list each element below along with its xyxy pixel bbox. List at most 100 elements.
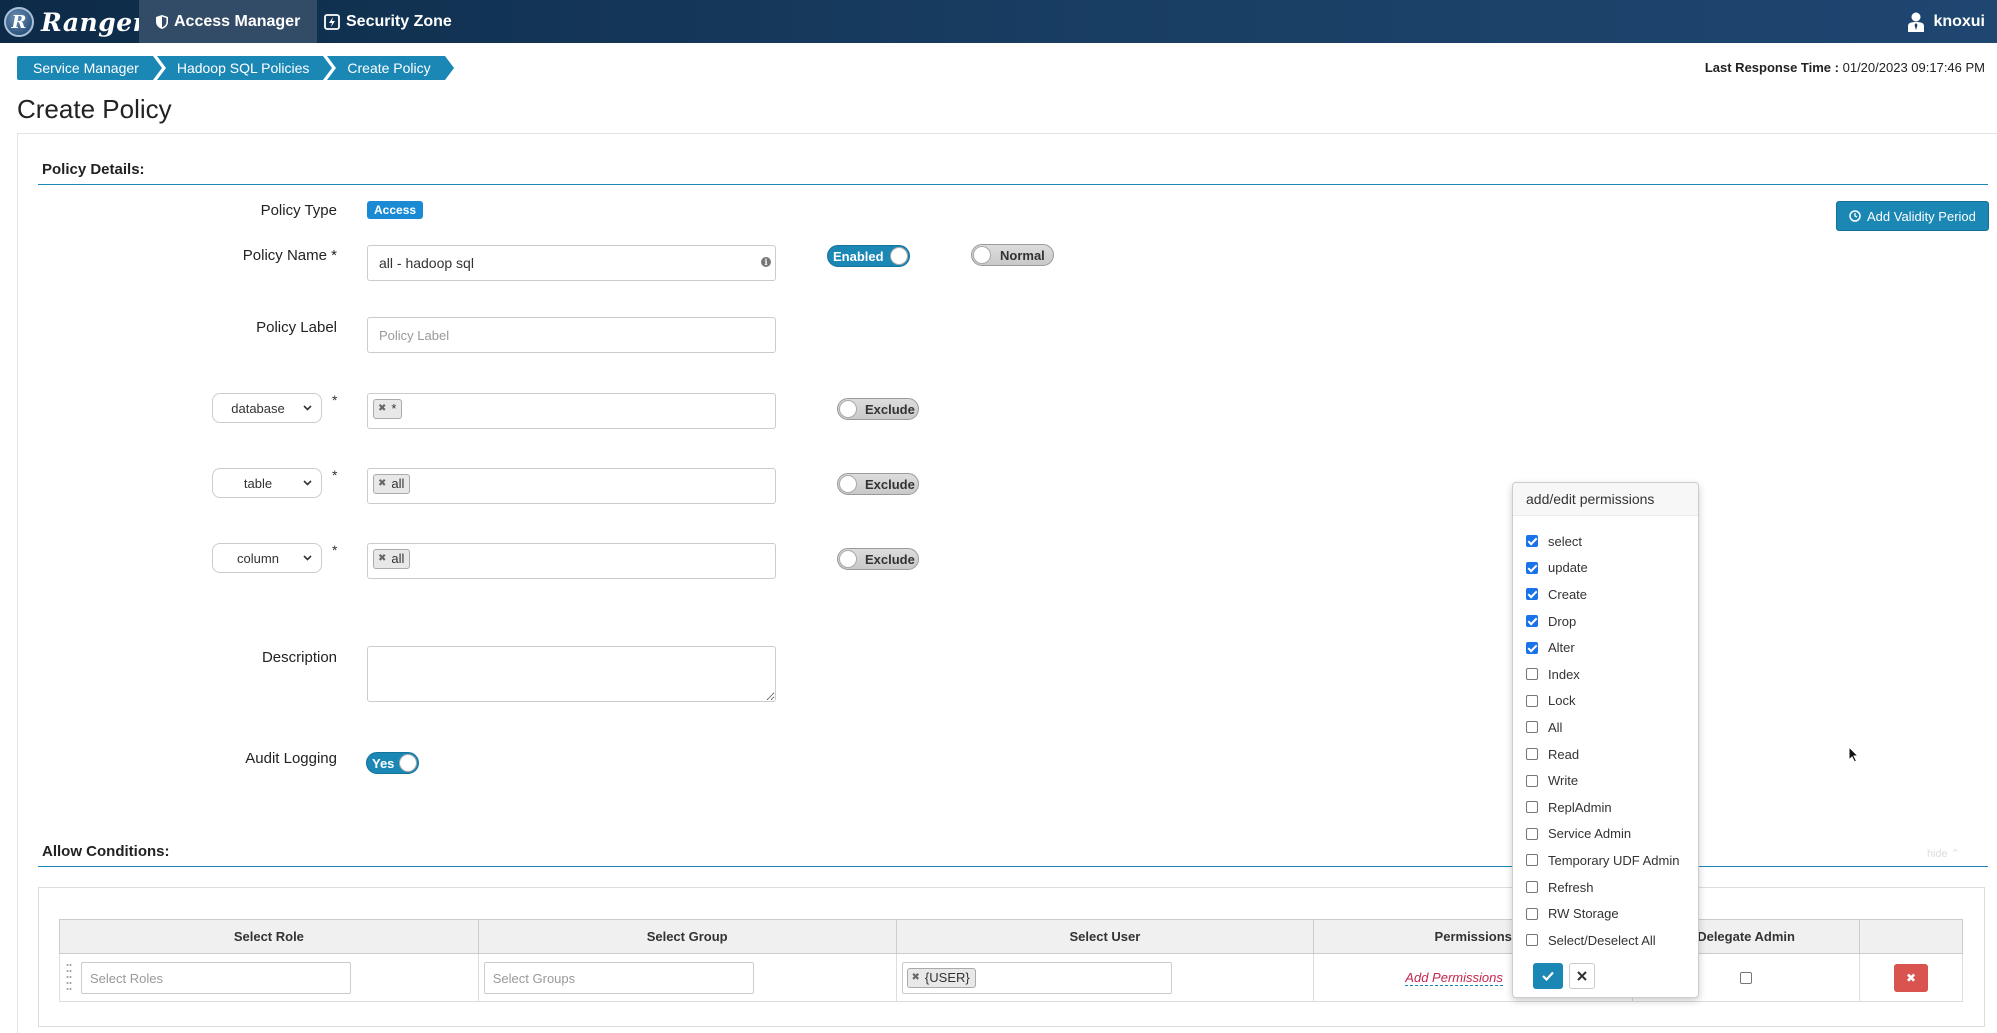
confirm-permissions-button[interactable] bbox=[1533, 963, 1563, 989]
policy-label-input[interactable] bbox=[367, 317, 776, 353]
permission-checkbox[interactable] bbox=[1526, 934, 1538, 947]
resource-table-tag-value: all bbox=[391, 476, 405, 491]
tag-remove-icon[interactable]: ✖ bbox=[378, 475, 386, 493]
permission-item-select-deselect-all[interactable]: Select/Deselect All bbox=[1526, 927, 1679, 954]
audit-logging-toggle[interactable]: Yes bbox=[366, 752, 419, 774]
permission-list: select update Create Drop Alter Index Lo… bbox=[1526, 528, 1679, 954]
permission-checkbox[interactable] bbox=[1526, 827, 1538, 840]
permission-checkbox[interactable] bbox=[1526, 774, 1538, 787]
policy-label-label: Policy Label bbox=[256, 319, 337, 336]
cell-roles bbox=[59, 953, 479, 1002]
permission-item-lock[interactable]: Lock bbox=[1526, 688, 1679, 715]
permission-item-drop[interactable]: Drop bbox=[1526, 608, 1679, 635]
permission-item-refresh[interactable]: Refresh bbox=[1526, 874, 1679, 901]
table-exclude-toggle[interactable]: Exclude bbox=[837, 473, 919, 495]
col-select-role: Select Role bbox=[59, 919, 479, 954]
permission-item-write[interactable]: Write bbox=[1526, 767, 1679, 794]
info-icon[interactable]: i bbox=[761, 257, 771, 267]
column-exclude-toggle[interactable]: Exclude bbox=[837, 548, 919, 570]
resource-select-table-value: table bbox=[243, 475, 273, 491]
resource-select-column[interactable]: column bbox=[212, 543, 322, 573]
permission-label: Alter bbox=[1548, 640, 1575, 656]
ranger-logo-icon: R bbox=[4, 7, 34, 37]
page-title: Create Policy bbox=[17, 94, 172, 124]
description-textarea[interactable] bbox=[367, 646, 776, 702]
permission-checkbox[interactable] bbox=[1526, 801, 1538, 814]
permission-checkbox[interactable] bbox=[1526, 615, 1538, 628]
resource-select-column-value: column bbox=[237, 550, 279, 566]
permission-checkbox[interactable] bbox=[1526, 588, 1538, 601]
hide-link-label: hide bbox=[1927, 848, 1948, 860]
brand[interactable]: R Ranger bbox=[4, 4, 146, 40]
permission-label: Read bbox=[1548, 746, 1580, 762]
database-exclude-toggle[interactable]: Exclude bbox=[837, 398, 919, 420]
shield-icon bbox=[156, 14, 168, 29]
permission-label: Lock bbox=[1548, 693, 1576, 709]
brand-name: Ranger bbox=[41, 7, 147, 37]
permission-item-all[interactable]: All bbox=[1526, 714, 1679, 741]
permission-item-temporary-udf-admin[interactable]: Temporary UDF Admin bbox=[1526, 847, 1679, 874]
select-roles-input[interactable] bbox=[81, 962, 351, 994]
permission-item-select[interactable]: select bbox=[1526, 528, 1679, 555]
tag-remove-icon[interactable]: ✖ bbox=[378, 550, 386, 568]
enabled-toggle-label: Enabled bbox=[833, 249, 884, 264]
permission-checkbox[interactable] bbox=[1526, 641, 1538, 654]
drag-handle-icon[interactable] bbox=[66, 962, 72, 994]
enabled-toggle[interactable]: Enabled bbox=[827, 245, 910, 267]
permission-item-read[interactable]: Read bbox=[1526, 741, 1679, 768]
permission-checkbox[interactable] bbox=[1526, 881, 1538, 894]
hide-allow-conditions-link[interactable]: hide ⌃ bbox=[1927, 847, 1960, 860]
resource-column-tags[interactable] bbox=[367, 543, 776, 579]
allow-conditions-title: Allow Conditions: bbox=[42, 843, 170, 860]
mouse-cursor-icon bbox=[1848, 746, 1859, 763]
tag-remove-icon[interactable]: ✖ bbox=[378, 400, 386, 418]
col-actions bbox=[1859, 919, 1963, 954]
resource-database-tag: ✖ * bbox=[373, 399, 403, 419]
permission-label: All bbox=[1548, 719, 1563, 735]
normal-toggle[interactable]: Normal bbox=[971, 244, 1054, 266]
permission-item-rw-storage[interactable]: RW Storage bbox=[1526, 900, 1679, 927]
permission-checkbox[interactable] bbox=[1526, 748, 1538, 761]
nav-security-zone[interactable]: Security Zone bbox=[307, 0, 469, 43]
cancel-permissions-button[interactable] bbox=[1569, 963, 1595, 989]
permission-checkbox[interactable] bbox=[1526, 668, 1538, 681]
permission-checkbox[interactable] bbox=[1526, 721, 1538, 734]
permission-item-service-admin[interactable]: Service Admin bbox=[1526, 821, 1679, 848]
permission-label: Temporary UDF Admin bbox=[1548, 852, 1680, 868]
permission-checkbox[interactable] bbox=[1526, 694, 1538, 707]
resource-select-table[interactable]: table bbox=[212, 468, 322, 498]
last-response-value: 01/20/2023 09:17:46 PM bbox=[1842, 60, 1985, 75]
required-star: * bbox=[332, 542, 338, 558]
resource-table-tags[interactable] bbox=[367, 468, 776, 504]
user-tag: ✖ {USER} bbox=[906, 968, 976, 988]
nav-access-manager[interactable]: Access Manager bbox=[139, 0, 318, 43]
permission-label: select bbox=[1548, 533, 1582, 549]
resource-column-tag-value: all bbox=[391, 551, 405, 566]
user-icon bbox=[1908, 12, 1925, 32]
resource-select-database[interactable]: database bbox=[212, 393, 322, 423]
user-menu[interactable]: knoxui bbox=[1907, 0, 1985, 43]
tag-remove-icon[interactable]: ✖ bbox=[912, 969, 920, 987]
permission-item-alter[interactable]: Alter bbox=[1526, 634, 1679, 661]
breadcrumb-hadoop-sql-policies[interactable]: Hadoop SQL Policies bbox=[156, 56, 332, 80]
resource-column-tag: ✖ all bbox=[373, 549, 411, 569]
permissions-popover: add/edit permissions select update Creat… bbox=[1512, 482, 1699, 998]
permission-item-repladmin[interactable]: ReplAdmin bbox=[1526, 794, 1679, 821]
add-validity-period-button[interactable]: Add Validity Period bbox=[1836, 201, 1989, 231]
permission-item-create[interactable]: Create bbox=[1526, 581, 1679, 608]
audit-logging-toggle-label: Yes bbox=[372, 756, 395, 771]
delegate-admin-checkbox[interactable] bbox=[1740, 972, 1753, 984]
permission-item-update[interactable]: update bbox=[1526, 555, 1679, 582]
resource-database-tags[interactable] bbox=[367, 393, 776, 429]
permission-item-index[interactable]: Index bbox=[1526, 661, 1679, 688]
breadcrumb-service-manager[interactable]: Service Manager bbox=[17, 56, 162, 80]
delete-row-button[interactable]: ✖ bbox=[1894, 964, 1929, 992]
policy-name-input[interactable] bbox=[367, 245, 776, 281]
permission-label: Service Admin bbox=[1548, 826, 1632, 842]
permission-checkbox[interactable] bbox=[1526, 535, 1538, 548]
permission-checkbox[interactable] bbox=[1526, 561, 1538, 574]
permission-checkbox[interactable] bbox=[1526, 854, 1538, 867]
select-groups-input[interactable] bbox=[483, 962, 754, 994]
permission-checkbox[interactable] bbox=[1526, 907, 1538, 920]
add-permissions-link[interactable]: Add Permissions bbox=[1405, 970, 1503, 986]
